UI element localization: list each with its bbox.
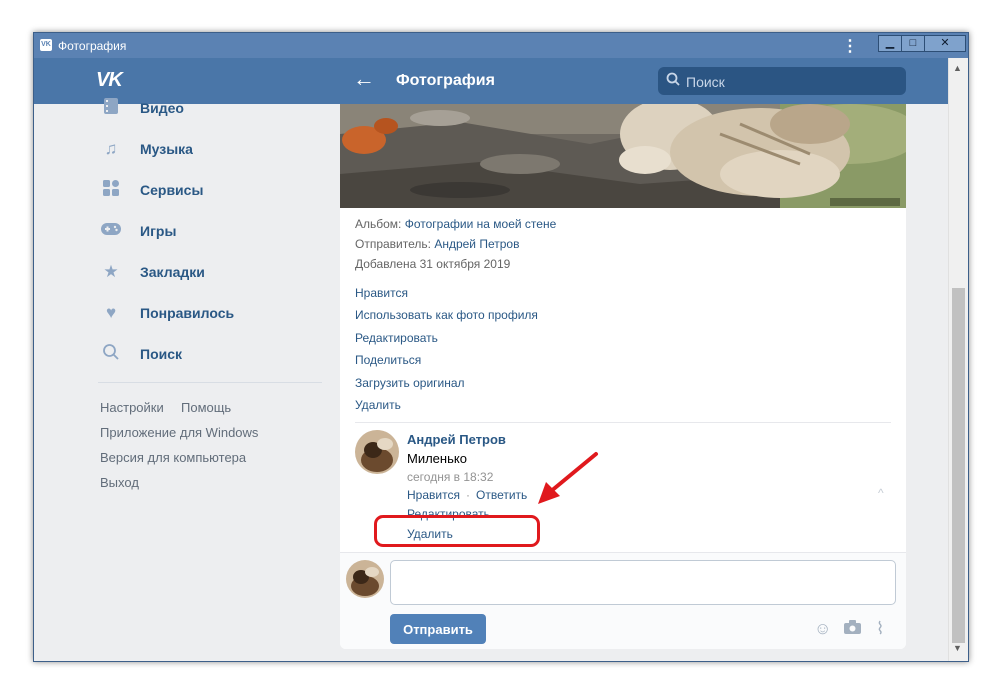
avatar	[346, 560, 384, 598]
delete-photo-link[interactable]: Удалить	[355, 398, 401, 412]
sidebar-item-label: Сервисы	[140, 182, 204, 198]
sidebar-item-liked[interactable]: ♥ Понравилось	[100, 302, 320, 326]
app-window: VK Фотография ⋮ ▁ □ ✕ VK ← Фотография Ви…	[33, 32, 969, 662]
comment-time[interactable]: сегодня в 18:32	[407, 470, 493, 484]
title-bar: VK Фотография ⋮ ▁ □ ✕	[34, 33, 968, 58]
annotation-arrow-icon	[520, 440, 610, 525]
camera-icon[interactable]	[844, 619, 861, 639]
games-icon	[100, 220, 122, 242]
send-button[interactable]: Отправить	[390, 614, 486, 644]
like-photo-link[interactable]: Нравится	[355, 286, 408, 300]
sidebar-item-label: Понравилось	[140, 305, 235, 321]
photo-sender: Отправитель: Андрей Петров	[355, 237, 519, 251]
sender-label: Отправитель:	[355, 237, 431, 251]
scroll-up-icon[interactable]: ▲	[953, 63, 962, 73]
sidebar-item-bookmarks[interactable]: ★ Закладки	[100, 261, 320, 285]
sidebar-item-label: Поиск	[140, 346, 183, 362]
scrollbar[interactable]: ▲ ▼	[948, 58, 968, 661]
search-box[interactable]	[658, 67, 906, 97]
services-icon	[100, 179, 122, 201]
avatar[interactable]	[355, 430, 399, 474]
edit-photo-link[interactable]: Редактировать	[355, 331, 438, 345]
sidebar-item-label: Видео	[140, 100, 184, 116]
window-menu-icon[interactable]: ⋮	[842, 36, 858, 56]
bookmark-star-icon: ★	[103, 262, 119, 281]
photo-album: Альбом: Фотографии на моей стене	[355, 217, 556, 231]
sidebar-item-label: Закладки	[140, 264, 205, 280]
vk-app-icon: VK	[40, 39, 52, 51]
set-profile-photo-link[interactable]: Использовать как фото профиля	[355, 308, 538, 322]
comment-like-link[interactable]: Нравится	[407, 488, 460, 502]
comment-input[interactable]	[390, 560, 896, 605]
desktop-version-link[interactable]: Версия для компьютера	[100, 450, 246, 465]
scroll-down-icon[interactable]: ▼	[953, 643, 962, 653]
album-label: Альбом:	[355, 217, 402, 231]
sidebar: Видео ♫ Музыка Сервисы Игры ★ Закладки ♥…	[34, 98, 334, 661]
attach-paperclip-icon[interactable]: ⌇	[876, 619, 884, 639]
logout-link[interactable]: Выход	[100, 475, 139, 490]
photo-image[interactable]	[340, 104, 906, 208]
collapse-chevron-icon[interactable]: ^	[878, 486, 884, 500]
sidebar-divider	[98, 382, 322, 383]
comments-separator	[355, 422, 891, 423]
close-button[interactable]: ✕	[924, 35, 966, 52]
sidebar-item-label: Игры	[140, 223, 177, 239]
back-arrow-icon[interactable]: ←	[353, 66, 375, 92]
sidebar-item-games[interactable]: Игры	[100, 220, 320, 244]
photo-added-date: Добавлена 31 октября 2019	[355, 257, 511, 271]
page-title: Фотография	[396, 72, 495, 89]
comment-composer: Отправить ☺ ⌇	[340, 552, 906, 649]
emoji-icon[interactable]: ☺	[814, 619, 831, 639]
scroll-thumb[interactable]	[952, 288, 965, 643]
delete-highlight-box	[374, 515, 540, 547]
maximize-button[interactable]: □	[901, 35, 925, 52]
window-title: Фотография	[58, 39, 127, 53]
sender-link[interactable]: Андрей Петров	[434, 237, 519, 251]
video-icon	[100, 97, 122, 119]
windows-app-link[interactable]: Приложение для Windows	[100, 425, 258, 440]
sidebar-item-video[interactable]: Видео	[100, 97, 320, 121]
download-original-link[interactable]: Загрузить оригинал	[355, 376, 465, 390]
photo-view: Альбом: Фотографии на моей стене Отправи…	[340, 104, 906, 649]
sidebar-item-music[interactable]: ♫ Музыка	[100, 138, 320, 162]
comment-dot-separator: ·	[466, 488, 470, 502]
music-icon: ♫	[104, 139, 118, 158]
sidebar-item-services[interactable]: Сервисы	[100, 179, 320, 203]
search-icon	[666, 72, 680, 90]
album-link[interactable]: Фотографии на моей стене	[405, 217, 557, 231]
comment-author[interactable]: Андрей Петров	[407, 432, 506, 447]
comment-text: Миленько	[407, 451, 467, 466]
heart-icon: ♥	[105, 303, 117, 322]
help-link[interactable]: Помощь	[181, 400, 231, 415]
search-icon	[100, 343, 122, 365]
share-photo-link[interactable]: Поделиться	[355, 353, 421, 367]
vk-logo[interactable]: VK	[96, 69, 123, 92]
sidebar-item-label: Музыка	[140, 141, 193, 157]
minimize-button[interactable]: ▁	[878, 35, 902, 52]
sidebar-item-search[interactable]: Поиск	[100, 343, 320, 367]
settings-link[interactable]: Настройки	[100, 400, 164, 415]
search-input[interactable]	[684, 67, 902, 97]
